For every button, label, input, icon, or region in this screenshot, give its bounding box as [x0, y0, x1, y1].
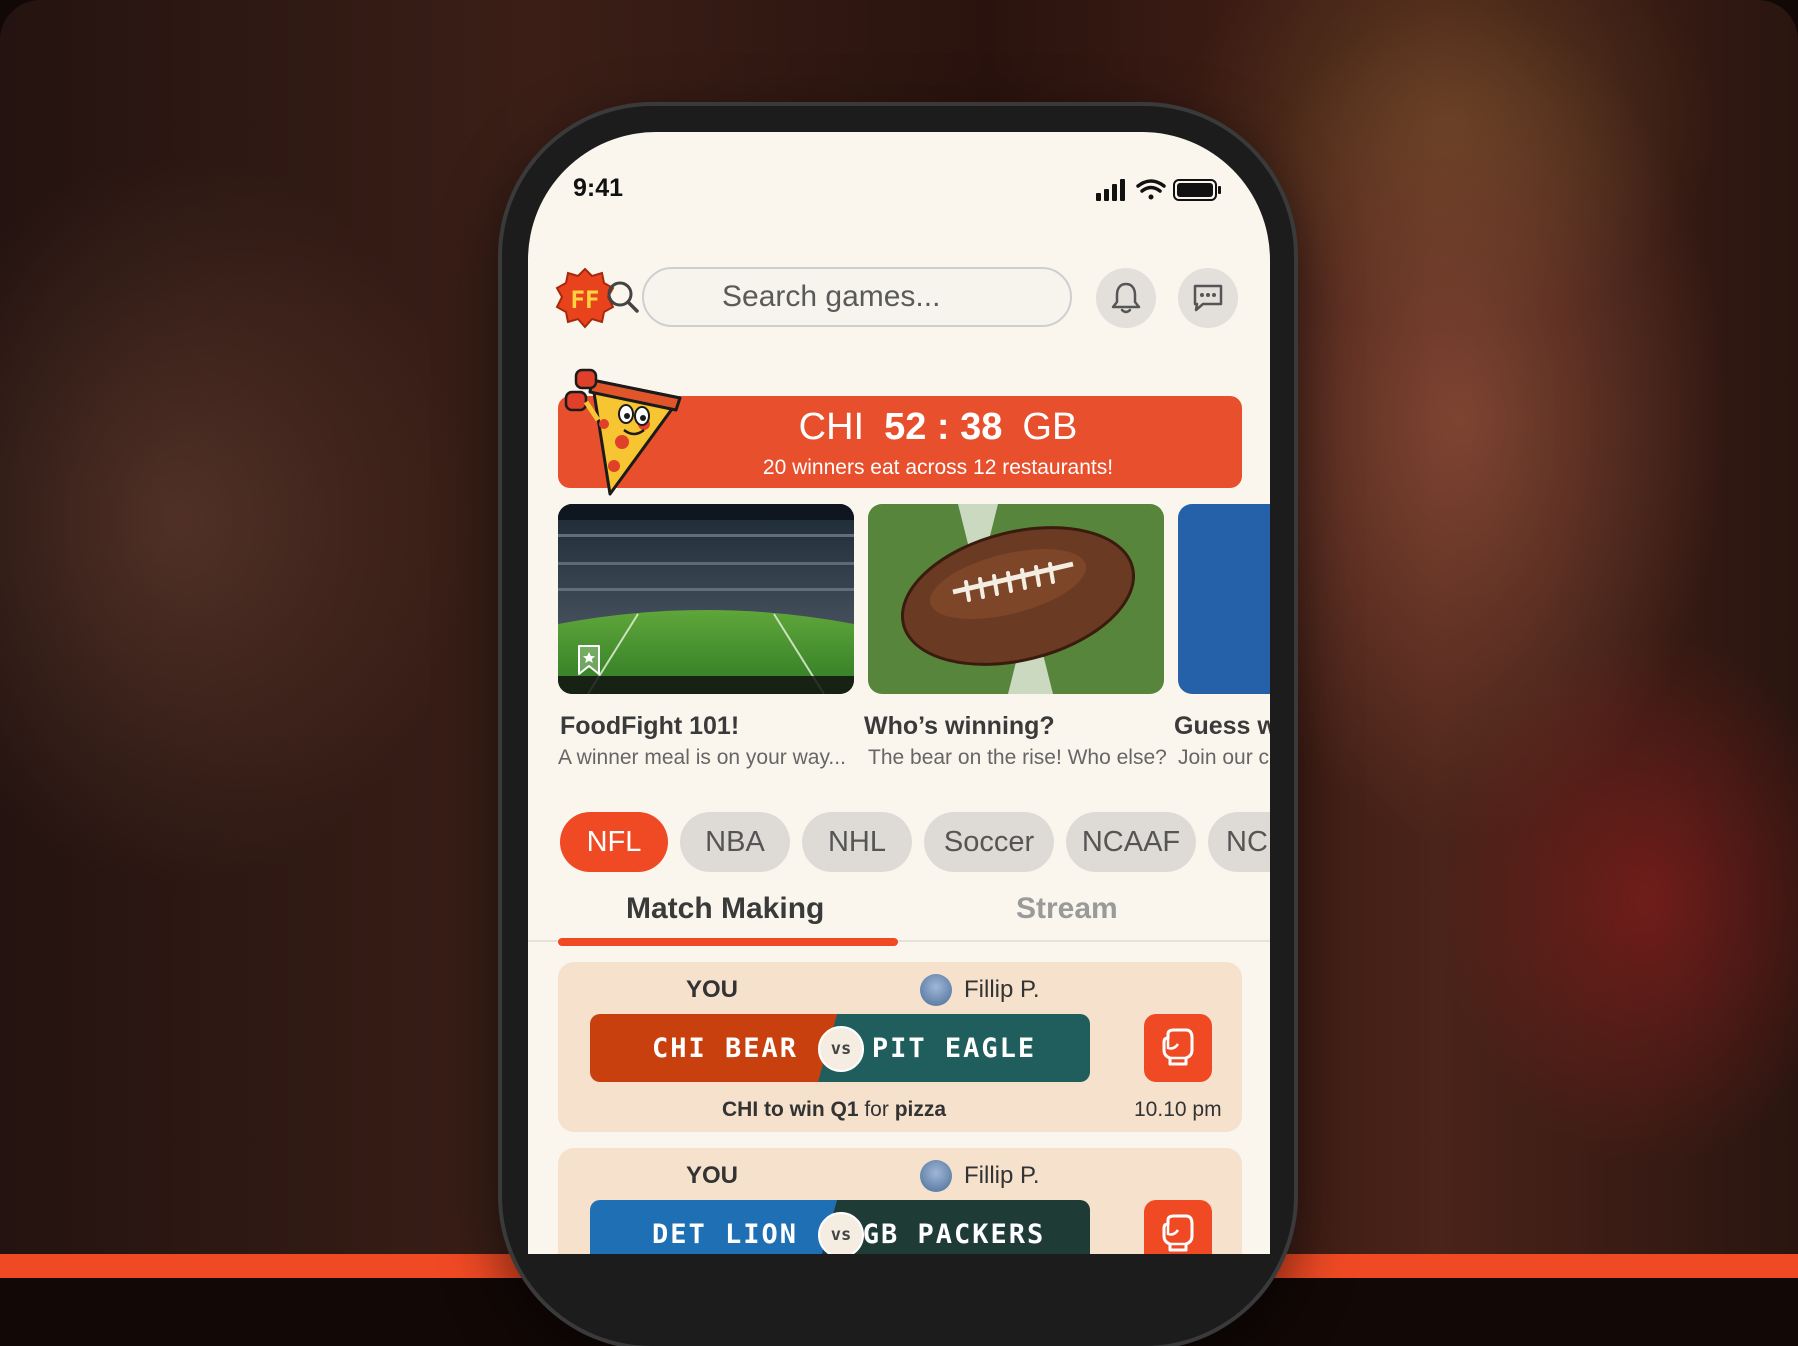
bell-icon [1111, 282, 1141, 314]
card-title[interactable]: Who’s winning? [864, 712, 1055, 741]
stadium-image [558, 504, 854, 694]
card-title[interactable]: FoodFight 101! [560, 712, 739, 741]
card-description: The bear on the rise! Who else? [868, 746, 1167, 769]
svg-text:FF: FF [571, 286, 600, 314]
wifi-icon [1136, 179, 1166, 200]
challenge-button[interactable] [1144, 1200, 1212, 1254]
challenge-button[interactable] [1144, 1014, 1212, 1082]
bet-prize: pizza [894, 1098, 947, 1121]
card-description: Join our c [1178, 746, 1270, 769]
chat-icon [1193, 284, 1223, 312]
match-card[interactable]: YOU Fillip P. CHI BEAR PIT EAGLE vs CHI … [558, 962, 1242, 1132]
messages-button[interactable] [1178, 268, 1238, 328]
home-team-abbr: CHI [798, 406, 865, 448]
match-card[interactable]: YOU Fillip P. DET LION GB PACKERS vs [558, 1148, 1242, 1254]
football-image [868, 504, 1164, 694]
bet-for: for [864, 1098, 889, 1121]
chip-nhl[interactable]: NHL [802, 812, 912, 872]
card-title[interactable]: Guess w [1174, 712, 1270, 741]
you-label: YOU [686, 976, 739, 1003]
battery-icon [1173, 179, 1221, 201]
opponent-name: Fillip P. [964, 976, 1040, 1003]
card-image-stadium[interactable] [558, 504, 854, 694]
phone-screen: 9:41 FF Search games... CHI 52: 38 GB 2… [528, 132, 1270, 1254]
tab-match-making[interactable]: Match Making [626, 892, 824, 926]
score-subtitle: 20 winners eat across 12 restaurants! [762, 456, 1114, 479]
chip-nfl[interactable]: NFL [560, 812, 668, 872]
opponent-avatar [920, 974, 952, 1006]
bookmark-icon[interactable] [576, 644, 602, 676]
score-line: CHI 52 : 38 GB [788, 406, 1088, 449]
vs-badge: vs [818, 1026, 864, 1072]
boxing-glove-icon [1162, 1028, 1194, 1066]
card-image-partial[interactable] [1178, 504, 1270, 694]
search-bar[interactable] [642, 267, 1072, 327]
search-icon [607, 281, 639, 313]
search-input[interactable] [720, 279, 1024, 315]
card-description: A winner meal is on your way... [558, 746, 846, 769]
status-icons [1096, 179, 1221, 201]
live-score: 52 : 38 [884, 406, 1003, 448]
match-time: 10.10 pm [1134, 1098, 1222, 1121]
bet-description: CHI to win Q1 for pizza [722, 1098, 946, 1122]
active-tab-indicator [558, 938, 898, 946]
vs-badge: vs [818, 1212, 864, 1254]
boxing-glove-icon [1162, 1214, 1194, 1252]
bet-subject: CHI to win Q1 [722, 1098, 859, 1121]
chip-soccer[interactable]: Soccer [924, 812, 1054, 872]
opponent-avatar [920, 1160, 952, 1192]
chip-ncaaf[interactable]: NCAAF [1066, 812, 1196, 872]
notifications-button[interactable] [1096, 268, 1156, 328]
card-image-football[interactable] [868, 504, 1164, 694]
tab-stream[interactable]: Stream [1016, 892, 1118, 926]
you-label: YOU [686, 1162, 739, 1189]
pizza-mascot-icon [564, 368, 682, 496]
opponent-name: Fillip P. [964, 1162, 1040, 1189]
chip-nba[interactable]: NBA [680, 812, 790, 872]
signal-icon [1096, 179, 1125, 201]
away-team-abbr: GB [1022, 406, 1078, 448]
chip-nc[interactable]: NC [1208, 812, 1270, 872]
status-time: 9:41 [573, 174, 624, 202]
